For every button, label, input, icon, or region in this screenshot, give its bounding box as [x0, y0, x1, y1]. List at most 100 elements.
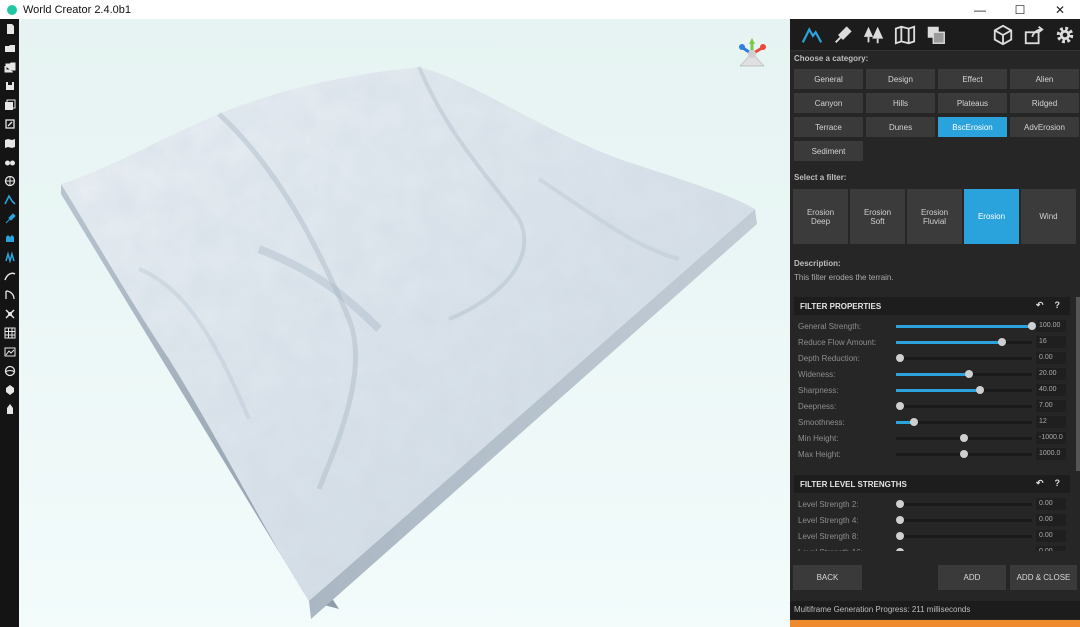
slider-handle[interactable] [896, 500, 905, 508]
gear-icon[interactable] [1049, 21, 1080, 49]
terrain-icon[interactable] [796, 21, 827, 49]
slider-handle[interactable] [1028, 322, 1036, 330]
property-value-field[interactable]: 7.00 [1036, 400, 1066, 412]
category-terrace-button[interactable]: Terrace [794, 117, 863, 137]
property-value-field[interactable]: 100.00 [1036, 320, 1066, 332]
property-slider[interactable] [896, 402, 1032, 410]
category-sediment-button[interactable]: Sediment [794, 141, 863, 161]
property-slider[interactable] [896, 322, 1036, 330]
category-hills-button[interactable]: Hills [866, 93, 935, 113]
category-adverosion-button[interactable]: AdvErosion [1010, 117, 1079, 137]
property-slider[interactable] [896, 338, 1032, 346]
settings-tool-icon[interactable] [0, 380, 19, 399]
close-button[interactable]: ✕ [1040, 0, 1080, 19]
property-slider[interactable] [896, 532, 1032, 540]
layers-icon[interactable] [920, 21, 951, 49]
slider-handle[interactable] [960, 450, 968, 458]
add-close-button[interactable]: ADD & CLOSE [1010, 565, 1077, 590]
category-alien-button[interactable]: Alien [1010, 69, 1079, 89]
slider-handle[interactable] [896, 516, 905, 524]
stamp-tool-icon[interactable] [0, 228, 19, 247]
property-slider[interactable] [896, 434, 1032, 442]
back-button[interactable]: BACK [793, 565, 862, 590]
slider-handle[interactable] [909, 418, 918, 426]
property-slider[interactable] [896, 450, 1032, 458]
property-value-field[interactable]: 16 [1036, 336, 1066, 348]
property-slider[interactable] [896, 418, 1032, 426]
binoculars-icon[interactable] [0, 152, 19, 171]
property-value-field[interactable]: 0.00 [1036, 530, 1066, 542]
maximize-button[interactable]: ☐ [1000, 0, 1040, 19]
property-value-field[interactable]: 0.00 [1036, 546, 1066, 551]
help-icon[interactable]: ? [1055, 300, 1061, 311]
slider-handle[interactable] [896, 354, 905, 362]
property-value-field[interactable]: 0.00 [1036, 352, 1066, 364]
slider-handle[interactable] [998, 338, 1007, 346]
property-label: Smoothness: [798, 418, 845, 427]
filter-erosion-soft-button[interactable]: Erosion Soft [850, 189, 905, 244]
filter-erosion-deep-button[interactable]: Erosion Deep [793, 189, 848, 244]
filter-wind-button[interactable]: Wind [1021, 189, 1076, 244]
river-tool-icon[interactable] [0, 266, 19, 285]
property-slider[interactable] [896, 516, 1032, 524]
property-value-field[interactable]: 0.00 [1036, 498, 1066, 510]
category-canyon-button[interactable]: Canyon [794, 93, 863, 113]
filter-erosion-fluvial-button[interactable]: Erosion Fluvial [907, 189, 962, 244]
brush-icon[interactable] [827, 21, 858, 49]
slider-handle[interactable] [896, 402, 905, 410]
brush-tool-icon[interactable] [0, 209, 19, 228]
category-effect-button[interactable]: Effect [938, 69, 1007, 89]
scrollbar[interactable] [1076, 297, 1080, 471]
paint-tool-icon[interactable] [0, 399, 19, 418]
property-value-field[interactable]: -1000.0 [1036, 432, 1066, 444]
property-value-field[interactable]: 40.00 [1036, 384, 1066, 396]
grid-icon[interactable] [0, 323, 19, 342]
help-icon[interactable]: ? [1055, 478, 1061, 489]
globe-icon[interactable] [0, 171, 19, 190]
property-slider[interactable] [896, 354, 1032, 362]
export-icon[interactable] [0, 114, 19, 133]
slider-handle[interactable] [960, 434, 968, 442]
property-value-field[interactable]: 20.00 [1036, 368, 1066, 380]
property-slider[interactable] [896, 500, 1032, 508]
category-bscerosion-button[interactable]: BscErosion [938, 117, 1007, 137]
property-slider[interactable] [896, 386, 1032, 394]
reset-icon[interactable]: ↶ [1036, 300, 1044, 311]
slider-handle[interactable] [896, 532, 905, 540]
category-plateaus-button[interactable]: Plateaus [938, 93, 1007, 113]
new-icon[interactable] [0, 19, 19, 38]
open-recent-icon[interactable] [0, 57, 19, 76]
map-icon[interactable] [889, 21, 920, 49]
slider-handle[interactable] [896, 548, 905, 551]
viewport-3d[interactable] [19, 19, 790, 627]
slider-handle[interactable] [976, 386, 985, 394]
property-value-field[interactable]: 1000.0 [1036, 448, 1066, 460]
save-icon[interactable] [0, 76, 19, 95]
path-tool-icon[interactable] [0, 285, 19, 304]
image-icon[interactable] [0, 342, 19, 361]
map-icon[interactable] [0, 133, 19, 152]
grass-tool-icon[interactable] [0, 247, 19, 266]
axis-gizmo-icon[interactable] [739, 38, 766, 67]
reset-icon[interactable]: ↶ [1036, 478, 1044, 489]
terrain-tool-icon[interactable] [0, 190, 19, 209]
save-as-icon[interactable] [0, 95, 19, 114]
terrain-render[interactable] [19, 19, 790, 627]
slider-handle[interactable] [965, 370, 974, 378]
transform-icon[interactable] [0, 304, 19, 323]
cube-icon[interactable] [987, 21, 1018, 49]
category-ridged-button[interactable]: Ridged [1010, 93, 1079, 113]
open-icon[interactable] [0, 38, 19, 57]
minimize-button[interactable]: — [960, 0, 1000, 19]
add-button[interactable]: ADD [938, 565, 1006, 590]
category-dunes-button[interactable]: Dunes [866, 117, 935, 137]
sky-icon[interactable] [0, 361, 19, 380]
property-slider[interactable] [896, 370, 1032, 378]
category-design-button[interactable]: Design [866, 69, 935, 89]
export-icon[interactable] [1018, 21, 1049, 49]
category-general-button[interactable]: General [794, 69, 863, 89]
property-value-field[interactable]: 12 [1036, 416, 1066, 428]
filter-erosion-button[interactable]: Erosion [964, 189, 1019, 244]
trees-icon[interactable] [858, 21, 889, 49]
property-value-field[interactable]: 0.00 [1036, 514, 1066, 526]
